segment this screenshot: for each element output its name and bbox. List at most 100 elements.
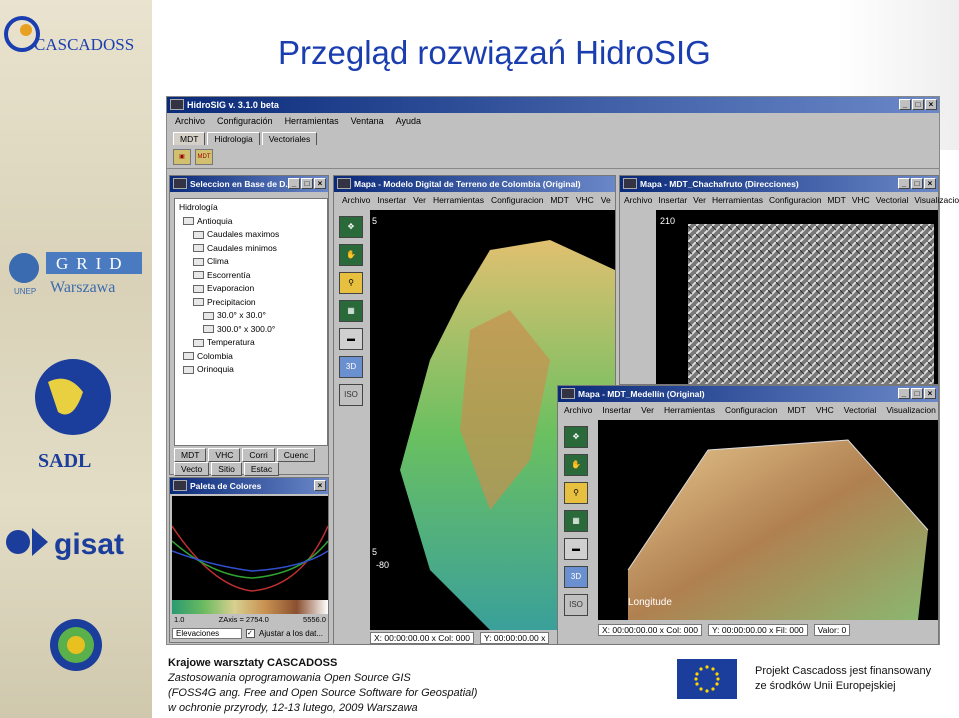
tree-item[interactable]: Temperatura	[179, 336, 323, 350]
seleccion-min-button[interactable]: _	[288, 178, 300, 189]
footer-line2: Zastosowania oprogramowania Open Source …	[168, 672, 411, 684]
mapa1-menu-vhc[interactable]: VHC	[576, 195, 594, 205]
paleta-title: Paleta de Colores	[190, 481, 262, 491]
button-3d[interactable]: 3D	[339, 356, 363, 378]
mapa1-menu-ve[interactable]: Ve	[601, 195, 611, 205]
paleta-close-button[interactable]: ×	[314, 480, 326, 491]
map-pan-icon[interactable]: ✋	[339, 244, 363, 266]
menu-configuracion[interactable]: Configuración	[217, 116, 273, 126]
mapa2-menu-archivo[interactable]: Archivo	[624, 195, 652, 205]
map3-view-icon[interactable]: ▦	[564, 510, 588, 532]
mdt-tool-icon[interactable]: MDT	[195, 148, 213, 165]
mapa1-menu-archivo[interactable]: Archivo	[342, 195, 370, 205]
svg-text:SADL: SADL	[38, 450, 91, 472]
footer-text: Krajowe warsztaty CASCADOSS Zastosowania…	[168, 656, 477, 716]
mapa2-menu-configuracion[interactable]: Configuracion	[769, 195, 821, 205]
mapa3-menu-vectorial[interactable]: Vectorial	[844, 405, 877, 415]
mapa1-menu-mdt[interactable]: MDT	[550, 195, 568, 205]
palette-icon[interactable]: ▬	[339, 328, 363, 350]
mapa1-menu-herramientas[interactable]: Herramientas	[433, 195, 484, 205]
mapa2-menu-insertar[interactable]: Insertar	[658, 195, 687, 205]
menu-ventana[interactable]: Ventana	[351, 116, 384, 126]
map-select-icon[interactable]: ✥	[339, 216, 363, 238]
tree-item[interactable]: Hidrología	[179, 201, 323, 215]
menu-archivo[interactable]: Archivo	[175, 116, 205, 126]
tree-item[interactable]: Clima	[179, 255, 323, 269]
map-view-icon[interactable]: ▦	[339, 300, 363, 322]
map3-select-icon[interactable]: ✥	[564, 426, 588, 448]
mapa2-menu-vectorial[interactable]: Vectorial	[876, 195, 909, 205]
tree-item[interactable]: Evaporacion	[179, 282, 323, 296]
mapa2-min-button[interactable]: _	[898, 178, 910, 189]
mapa3-menu-mdt[interactable]: MDT	[787, 405, 805, 415]
zoom-icon[interactable]: ⚲	[339, 272, 363, 294]
map3-button-iso[interactable]: ISO	[564, 594, 588, 616]
mapa3-menu-configuracion[interactable]: Configuracion	[725, 405, 777, 415]
grid-warszawa-logo: UNEP GRID Warszawa	[9, 252, 142, 296]
mapa3-menu-ver[interactable]: Ver	[641, 405, 654, 415]
tab-hidrologia[interactable]: Hidrologia	[207, 132, 260, 145]
mapa3-menu-archivo[interactable]: Archivo	[564, 405, 592, 415]
tree-item[interactable]: Caudales minimos	[179, 242, 323, 256]
mapa2-menu-vhc[interactable]: VHC	[852, 195, 870, 205]
tree-item[interactable]: Colombia	[179, 350, 323, 364]
svg-text:GRID: GRID	[56, 254, 130, 273]
mapa2-menu-visualizacion[interactable]: Visualizacio	[914, 195, 959, 205]
tree-item[interactable]: Precipitacion	[179, 296, 323, 310]
mapa2-close-button[interactable]: ×	[924, 178, 936, 189]
map3-palette-icon[interactable]: ▬	[564, 538, 588, 560]
tab-mdt-sel[interactable]: MDT	[174, 448, 207, 462]
tab-corri[interactable]: Corri	[242, 448, 275, 462]
mapa1-menu-configuracion[interactable]: Configuracion	[491, 195, 543, 205]
tab-vecto[interactable]: Vecto	[174, 462, 210, 476]
mapa2-menu-ver[interactable]: Ver	[693, 195, 706, 205]
close-button[interactable]: ×	[925, 99, 937, 110]
tab-sitio[interactable]: Sitio	[211, 462, 242, 476]
tree-item[interactable]: Orinoquia	[179, 363, 323, 377]
maximize-button[interactable]: □	[912, 99, 924, 110]
seleccion-tabs-row1: MDT VHC Corri Cuenc	[174, 448, 316, 462]
menu-ayuda[interactable]: Ayuda	[396, 116, 421, 126]
mapa3-min-button[interactable]: _	[898, 388, 910, 399]
elevaciones-dropdown[interactable]: Elevaciones	[172, 628, 242, 639]
tree-item[interactable]: Escorrentía	[179, 269, 323, 283]
mapa1-menu-insertar[interactable]: Insertar	[377, 195, 406, 205]
menu-herramientas[interactable]: Herramientas	[285, 116, 339, 126]
tree-item[interactable]: Antioquia	[179, 215, 323, 229]
tab-vectoriales[interactable]: Vectoriales	[261, 132, 318, 145]
mapa3-menu-herramientas[interactable]: Herramientas	[664, 405, 715, 415]
mapa3-max-button[interactable]: □	[911, 388, 923, 399]
mapa2-menu-herramientas[interactable]: Herramientas	[712, 195, 763, 205]
eu-flag-icon	[677, 659, 737, 699]
button-iso[interactable]: ISO	[339, 384, 363, 406]
mapa3-close-button[interactable]: ×	[924, 388, 936, 399]
seleccion-close-button[interactable]: ×	[314, 178, 326, 189]
mapa1-title: Mapa - Modelo Digital de Terreno de Colo…	[354, 179, 581, 189]
mapa1-menu-ver[interactable]: Ver	[413, 195, 426, 205]
tree-item[interactable]: 300.0° x 300.0°	[179, 323, 323, 337]
tree-item[interactable]: 30.0° x 30.0°	[179, 309, 323, 323]
mapa2-max-button[interactable]: □	[911, 178, 923, 189]
map3-button-3d[interactable]: 3D	[564, 566, 588, 588]
mapa3-menu-visualizacion[interactable]: Visualizacion	[886, 405, 935, 415]
mapa1-xlabel: -80	[376, 560, 389, 570]
map3-zoom-icon[interactable]: ⚲	[564, 482, 588, 504]
ajustar-checkbox[interactable]: ✓	[246, 629, 255, 638]
seleccion-max-button[interactable]: □	[301, 178, 313, 189]
open-mdt-icon[interactable]: ▣	[173, 148, 191, 165]
mapa2-menu-mdt[interactable]: MDT	[827, 195, 845, 205]
chachafruto-canvas[interactable]: 210	[656, 210, 938, 384]
tree-item[interactable]: Caudales maximos	[179, 228, 323, 242]
tab-mdt[interactable]: MDT	[173, 132, 206, 145]
mapa3-menu-vhc[interactable]: VHC	[816, 405, 834, 415]
mapa1-status: X: 00:00:00.00 x Col: 000 Y: 00:00:00.00…	[370, 632, 550, 644]
medellin-3d-canvas[interactable]: Longitude	[598, 420, 938, 620]
tab-estac[interactable]: Estac	[243, 462, 280, 476]
mapa3-menubar: Archivo Insertar Ver Herramientas Config…	[558, 402, 938, 418]
tab-cuenc[interactable]: Cuenc	[276, 448, 316, 462]
map3-pan-icon[interactable]: ✋	[564, 454, 588, 476]
mapa3-menu-insertar[interactable]: Insertar	[602, 405, 631, 415]
minimize-button[interactable]: _	[899, 99, 911, 110]
color-ramp	[172, 600, 328, 614]
tab-vhc[interactable]: VHC	[208, 448, 241, 462]
